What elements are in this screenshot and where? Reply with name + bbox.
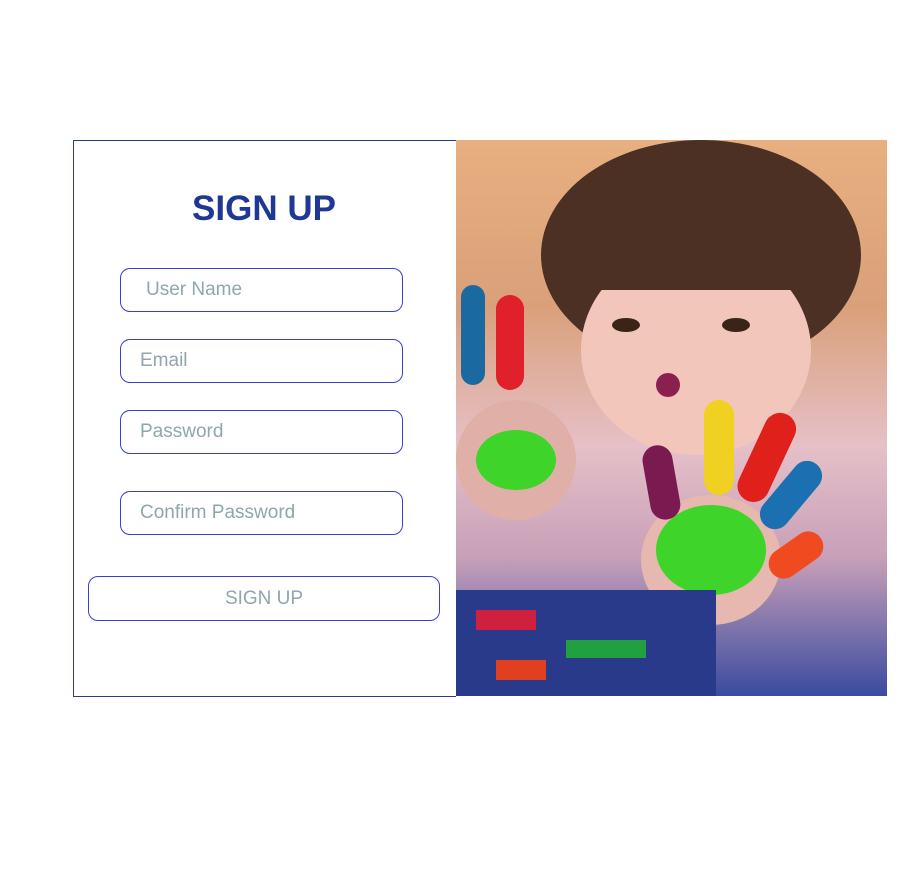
hero-photo (456, 140, 887, 696)
email-placeholder: Email (140, 350, 188, 371)
username-placeholder: User Name (146, 279, 243, 300)
sign-up-button[interactable]: SIGN UP (88, 576, 440, 621)
email-input[interactable]: Email (120, 339, 403, 383)
password-placeholder: Password (140, 421, 224, 442)
confirm-password-placeholder: Confirm Password (140, 502, 296, 523)
password-input[interactable]: Password (120, 410, 403, 454)
username-input[interactable]: User Name (120, 268, 403, 312)
confirm-password-input[interactable]: Confirm Password (120, 491, 403, 535)
page-title: SIGN UP (192, 189, 336, 228)
